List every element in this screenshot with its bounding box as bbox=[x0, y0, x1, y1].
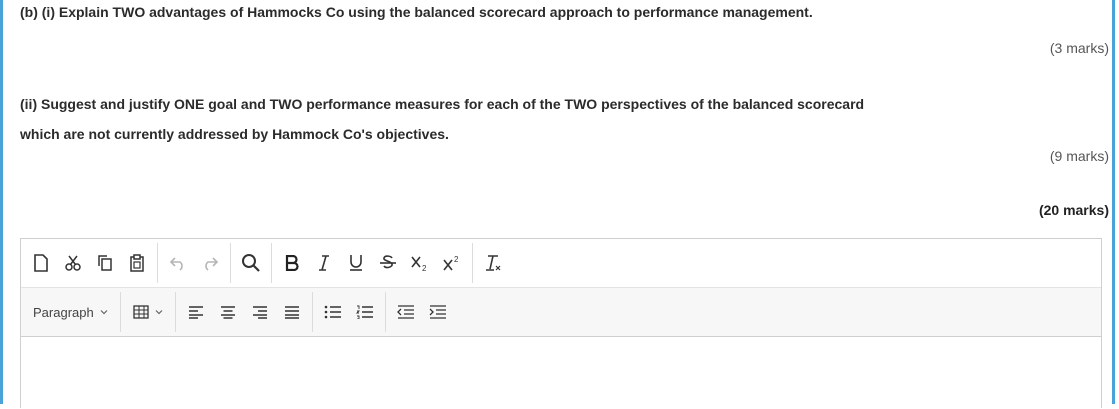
bold-icon[interactable] bbox=[276, 247, 308, 279]
indent-icon[interactable] bbox=[422, 296, 454, 328]
align-left-icon[interactable] bbox=[180, 296, 212, 328]
marks-b-i: (3 marks) bbox=[1049, 40, 1109, 56]
search-icon[interactable] bbox=[235, 247, 267, 279]
question-b-i: (b) (i) Explain TWO advantages of Hammoc… bbox=[20, 4, 813, 20]
underline-icon[interactable] bbox=[340, 247, 372, 279]
align-center-icon[interactable] bbox=[212, 296, 244, 328]
numbered-list-icon[interactable] bbox=[349, 296, 381, 328]
toolbar-group-lists bbox=[313, 292, 386, 332]
cut-icon[interactable] bbox=[57, 247, 89, 279]
rich-text-editor: 2 2 Paragraph bbox=[20, 238, 1102, 409]
outdent-icon[interactable] bbox=[390, 296, 422, 328]
marks-b-ii: (9 marks) bbox=[1049, 148, 1109, 164]
italic-icon[interactable] bbox=[308, 247, 340, 279]
new-document-icon[interactable] bbox=[25, 247, 57, 279]
clear-formatting-icon[interactable] bbox=[477, 247, 509, 279]
strikethrough-icon[interactable] bbox=[372, 247, 404, 279]
paste-icon[interactable] bbox=[121, 247, 153, 279]
paragraph-format-select[interactable]: Paragraph bbox=[25, 298, 116, 326]
toolbar-group-format: 2 2 bbox=[272, 243, 473, 283]
toolbar-group-align bbox=[176, 292, 313, 332]
paragraph-format-label: Paragraph bbox=[33, 304, 94, 320]
align-right-icon[interactable] bbox=[244, 296, 276, 328]
table-icon bbox=[133, 305, 149, 319]
toolbar-group-find bbox=[231, 243, 272, 283]
editor-content-area[interactable] bbox=[21, 337, 1101, 409]
redo-icon[interactable] bbox=[194, 247, 226, 279]
toolbar-group-table bbox=[121, 292, 176, 332]
chevron-down-icon bbox=[155, 310, 163, 315]
svg-text:2: 2 bbox=[422, 264, 427, 272]
toolbar-row-1: 2 2 bbox=[21, 239, 1101, 288]
undo-icon[interactable] bbox=[162, 247, 194, 279]
table-select[interactable] bbox=[125, 298, 171, 326]
superscript-icon[interactable]: 2 bbox=[436, 247, 468, 279]
toolbar-group-indent bbox=[386, 292, 458, 332]
toolbar-row-2: Paragraph bbox=[21, 288, 1101, 337]
align-justify-icon[interactable] bbox=[276, 296, 308, 328]
question-b-ii-line1: (ii) Suggest and justify ONE goal and TW… bbox=[20, 96, 865, 112]
copy-icon[interactable] bbox=[89, 247, 121, 279]
svg-text:2: 2 bbox=[454, 255, 459, 264]
total-marks: (20 marks) bbox=[1038, 202, 1109, 218]
chevron-down-icon bbox=[100, 310, 108, 315]
question-b-ii-line2: which are not currently addressed by Ham… bbox=[20, 126, 449, 142]
bullet-list-icon[interactable] bbox=[317, 296, 349, 328]
subscript-icon[interactable]: 2 bbox=[404, 247, 436, 279]
toolbar-group-history bbox=[158, 243, 231, 283]
toolbar-group-file bbox=[21, 243, 158, 283]
toolbar-group-clear bbox=[473, 243, 513, 283]
toolbar-group-block: Paragraph bbox=[21, 292, 121, 332]
